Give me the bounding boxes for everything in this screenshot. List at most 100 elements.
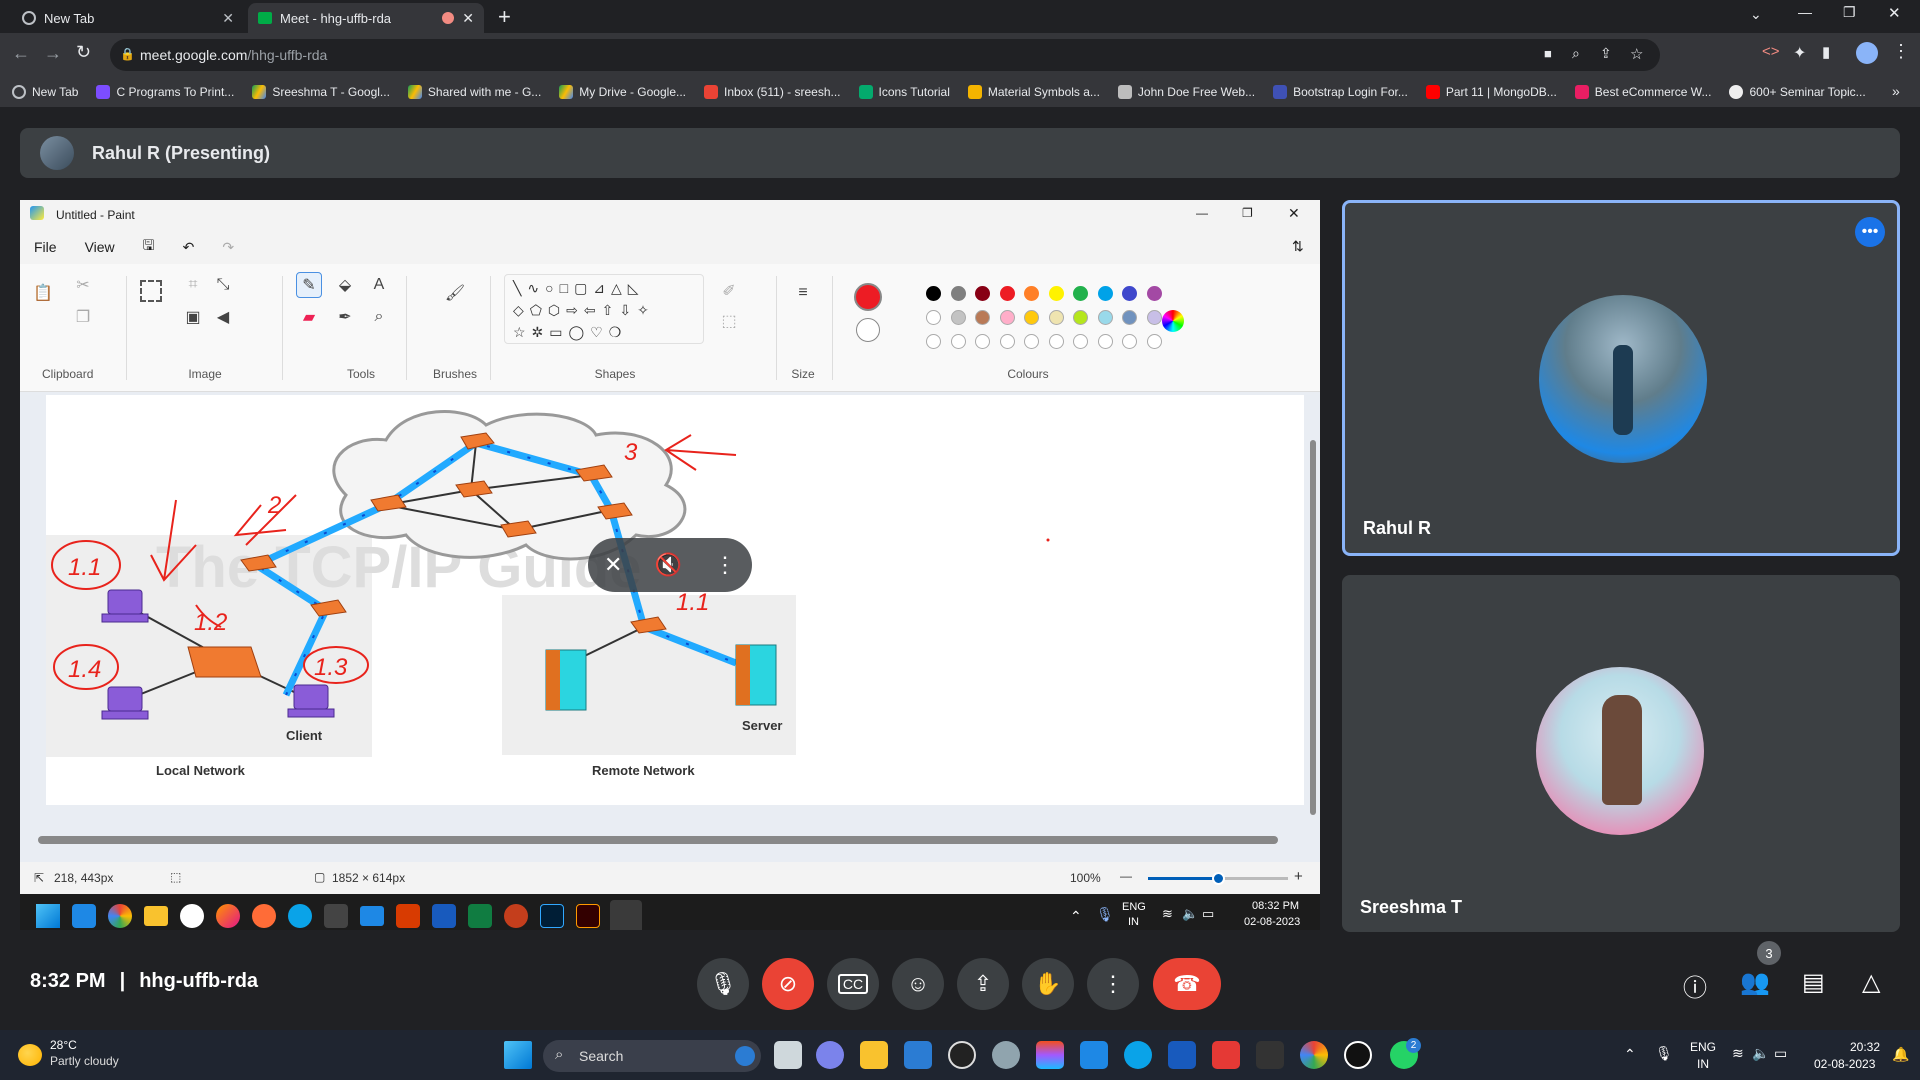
menu-icon[interactable]: ⋮	[1892, 41, 1910, 62]
windows-start-icon[interactable]	[36, 904, 60, 928]
bookmark-item[interactable]: 600+ Seminar Topic...	[1729, 85, 1866, 99]
illustrator-icon[interactable]	[576, 904, 600, 928]
file-explorer-icon[interactable]	[860, 1041, 888, 1069]
task-view-icon[interactable]	[774, 1041, 802, 1069]
paste-icon[interactable]: 📋	[30, 280, 56, 306]
colour-swatch[interactable]	[1146, 334, 1162, 349]
file-explorer-icon[interactable]	[144, 906, 168, 926]
fill-style-icon[interactable]: ⬚	[716, 308, 742, 334]
colour-swatch[interactable]	[975, 334, 990, 349]
colour-swatch[interactable]	[1024, 310, 1039, 325]
bookmark-item[interactable]: Icons Tutorial	[858, 85, 950, 99]
leave-call-button[interactable]: ☎	[1153, 958, 1221, 1010]
colour-swatch[interactable]	[1048, 334, 1064, 349]
colour-swatch[interactable]	[1097, 310, 1113, 325]
colour-swatch[interactable]	[1024, 334, 1039, 349]
photoshop-icon[interactable]	[540, 904, 564, 928]
pencil-icon[interactable]: ✎	[296, 272, 322, 298]
menu-view[interactable]: View	[85, 239, 115, 255]
mongodb-icon[interactable]	[180, 904, 204, 928]
raise-hand-button[interactable]: ✋	[1022, 958, 1074, 1010]
participant-tile-rahul[interactable]: ••• Rahul R	[1342, 200, 1900, 556]
copy-icon[interactable]: ❐	[70, 304, 96, 330]
chevron-up-icon[interactable]: ⌃	[1070, 908, 1082, 925]
close-tab-icon[interactable]: ✕	[222, 10, 234, 27]
media-player-icon[interactable]	[1344, 1041, 1372, 1069]
colour-swatch[interactable]	[1073, 310, 1088, 325]
crop-icon[interactable]: ⌗	[180, 272, 206, 298]
terminal-icon[interactable]	[1256, 1041, 1284, 1069]
shapes-gallery[interactable]: ╲∿○□▢⊿△◺ ◇⬠⬡⇨⇦⇧⇩✧ ☆✲▭◯♡❍	[504, 274, 704, 344]
redo-icon[interactable]: ↷	[222, 239, 234, 256]
colour-swatch[interactable]	[1048, 310, 1064, 325]
colour-swatch[interactable]	[999, 286, 1015, 301]
reload-icon[interactable]: ↻	[76, 42, 91, 63]
bookmark-item[interactable]: Material Symbols a...	[967, 85, 1100, 99]
edit-colours-icon[interactable]	[1162, 310, 1184, 332]
share-icon[interactable]: ⇅	[1292, 238, 1304, 255]
new-tab-button[interactable]: +	[498, 4, 511, 30]
vscode-icon[interactable]	[72, 904, 96, 928]
zoom-out-button[interactable]: —	[1120, 869, 1132, 883]
chevron-up-icon[interactable]: ⌃	[1624, 1046, 1636, 1063]
volume-icon[interactable]: 🔈	[1752, 1045, 1769, 1062]
colour-swatch[interactable]	[950, 334, 966, 349]
colour-swatch[interactable]	[1024, 286, 1039, 301]
brush-icon[interactable]: 🖌	[442, 280, 468, 306]
fill-icon[interactable]: ⬙	[332, 272, 358, 298]
terminal-icon[interactable]	[324, 904, 348, 928]
eraser-icon[interactable]: ▰	[296, 304, 322, 330]
zoom-slider-thumb[interactable]	[1212, 872, 1225, 885]
colour-swatch[interactable]	[950, 310, 966, 325]
devtools-extension-icon[interactable]: <>	[1762, 43, 1780, 60]
edge-icon[interactable]	[1124, 1041, 1152, 1069]
zoom-in-button[interactable]: +	[1294, 868, 1303, 885]
outline-icon[interactable]: ✐	[716, 278, 742, 304]
more-bookmarks-button[interactable]: »	[1892, 83, 1900, 99]
folder-icon[interactable]	[360, 906, 384, 926]
chrome-icon[interactable]	[108, 904, 132, 928]
bookmark-item[interactable]: My Drive - Google...	[559, 85, 686, 99]
vscode-icon[interactable]	[1080, 1041, 1108, 1069]
bookmark-item[interactable]: Part 11 | MongoDB...	[1425, 85, 1557, 99]
image-select-icon[interactable]: ▣	[180, 304, 206, 330]
colour-swatch[interactable]	[926, 334, 941, 349]
present-button[interactable]: ⇪	[957, 958, 1009, 1010]
bookmark-item[interactable]: C Programs To Print...	[96, 85, 234, 99]
edge-icon[interactable]	[288, 904, 312, 928]
anydesk-icon[interactable]	[1212, 1041, 1240, 1069]
word-icon[interactable]	[1168, 1041, 1196, 1069]
dell-icon[interactable]	[948, 1041, 976, 1069]
tile-options-icon[interactable]: •••	[1855, 217, 1885, 247]
cut-icon[interactable]: ✂	[70, 272, 96, 298]
bookmark-item[interactable]: Best eCommerce W...	[1574, 85, 1711, 99]
colour-swatch[interactable]	[1073, 286, 1088, 301]
colour-swatch[interactable]	[975, 286, 990, 301]
colour-swatch[interactable]	[1097, 286, 1113, 301]
store-icon[interactable]	[904, 1041, 932, 1069]
paint-close-button[interactable]: ✕	[1288, 205, 1300, 222]
microphone-icon[interactable]: 🎙	[1655, 1045, 1673, 1062]
volume-icon[interactable]: 🔈	[1182, 906, 1198, 922]
colour-swatch[interactable]	[1073, 334, 1088, 349]
colour-swatch[interactable]	[1146, 286, 1162, 301]
size-icon[interactable]: ≡	[790, 280, 816, 306]
menu-file[interactable]: File	[34, 239, 57, 255]
colour-swatch[interactable]	[1122, 334, 1137, 349]
bookmark-item[interactable]: Sreeshma T - Googl...	[252, 85, 390, 99]
bookmark-item[interactable]: Shared with me - G...	[407, 85, 541, 99]
bookmark-item[interactable]: John Doe Free Web...	[1117, 85, 1255, 99]
colour-swatch[interactable]	[1146, 310, 1162, 325]
tab-new-tab[interactable]: New Tab ✕	[12, 3, 244, 33]
resize-icon[interactable]: ⤡	[210, 272, 236, 298]
restore-button[interactable]: ❐	[1843, 4, 1856, 21]
undo-icon[interactable]: ↶	[183, 239, 195, 256]
app-icon[interactable]	[992, 1041, 1020, 1069]
tab-meet[interactable]: Meet - hhg-uffb-rda ✕	[248, 3, 484, 33]
office-icon[interactable]	[396, 904, 420, 928]
save-icon[interactable]: 🖫	[143, 235, 155, 259]
color-picker-icon[interactable]: ✒	[332, 304, 358, 330]
microphone-icon[interactable]: 🎙	[1096, 906, 1114, 923]
colour-swatch[interactable]	[926, 286, 941, 301]
star-icon[interactable]: ☆	[1630, 45, 1643, 63]
